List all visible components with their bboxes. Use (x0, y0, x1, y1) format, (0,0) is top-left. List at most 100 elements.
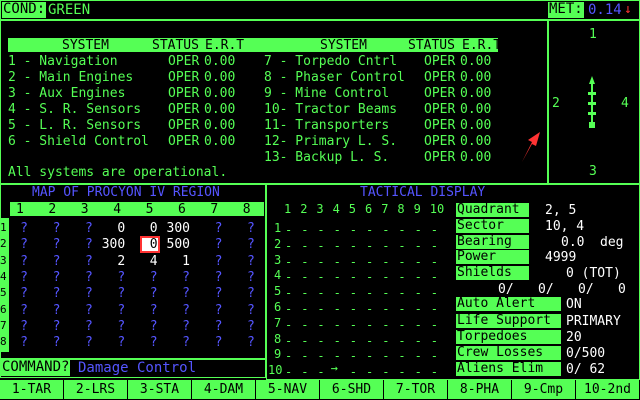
map-cell[interactable]: ? (225, 222, 255, 235)
map-cell[interactable]: ? (160, 320, 190, 333)
tactical-dot: - (285, 270, 293, 285)
fkey-10[interactable]: 10-2nd (576, 380, 640, 399)
tactical-row-header: 9 (274, 347, 282, 362)
map-cell[interactable]: ? (0, 255, 28, 268)
fkey-4[interactable]: 4-DAM (192, 380, 256, 399)
map-cell[interactable]: ? (0, 238, 28, 251)
map-cell[interactable]: ? (192, 304, 223, 317)
map-cell[interactable]: ? (160, 287, 190, 300)
map-cell[interactable]: 300 (95, 238, 125, 251)
map-cell[interactable]: ? (63, 238, 93, 251)
command-input[interactable]: Damage Control (78, 361, 196, 375)
map-cell[interactable]: ? (63, 222, 93, 235)
map-cell[interactable]: 0 (128, 222, 158, 235)
tactical-dot: - (349, 270, 358, 285)
map-cell[interactable]: ? (160, 336, 190, 349)
map-cell[interactable]: ? (30, 255, 61, 268)
system-right-status: OPER (424, 150, 456, 165)
map-cell[interactable]: ? (128, 336, 158, 349)
map-cell[interactable]: ? (225, 304, 255, 317)
map-cell[interactable]: 300 (160, 222, 190, 235)
fkey-2[interactable]: 2-LRS (64, 380, 128, 399)
map-cell[interactable]: 500 (160, 238, 190, 251)
map-cell[interactable]: ? (160, 271, 190, 284)
map-cell[interactable]: ? (225, 287, 255, 300)
red-pointer-icon (522, 132, 540, 162)
map-cell[interactable]: ? (30, 287, 61, 300)
map-cell[interactable]: ? (30, 222, 61, 235)
map-cell[interactable]: ? (192, 271, 223, 284)
tactical-dot: - (398, 270, 406, 285)
map-cell[interactable]: ? (225, 255, 255, 268)
map-cell[interactable]: ? (192, 287, 223, 300)
map-cell[interactable]: 2 (95, 255, 125, 268)
tactical-dot: - (349, 333, 358, 348)
tactical-row-header: 1 (274, 221, 282, 235)
tactical-dot: - (398, 349, 406, 364)
map-cell[interactable]: ? (95, 304, 125, 317)
map-title: MAP OF PROCYON IV REGION (32, 185, 220, 200)
map-cell[interactable]: ? (225, 238, 255, 251)
tactical-dot: - (382, 223, 390, 237)
map-cell[interactable]: ? (192, 238, 223, 251)
map-col-header: 4 (113, 202, 122, 217)
map-cell[interactable]: ? (128, 271, 158, 284)
map-cell[interactable]: ? (0, 320, 28, 333)
system-right-name: 11- Transporters (264, 118, 390, 133)
map-cell[interactable]: ? (0, 222, 28, 235)
map-cell[interactable]: ? (30, 238, 61, 251)
status-bearing-unit: deg (600, 235, 624, 250)
map-cell[interactable]: 4 (128, 255, 158, 268)
map-cell[interactable]: ? (63, 336, 93, 349)
map-cell[interactable]: ? (0, 304, 28, 317)
map-cell[interactable]: ? (225, 320, 255, 333)
map-cell[interactable]: ? (30, 320, 61, 333)
tactical-dot: - (382, 317, 390, 332)
map-cell[interactable]: ? (225, 336, 255, 349)
map-cell[interactable]: ? (0, 287, 28, 300)
map-cell[interactable]: ? (192, 222, 223, 235)
map-cell[interactable]: ? (192, 255, 223, 268)
fkey-3[interactable]: 3-STA (128, 380, 192, 399)
map-cell[interactable]: ? (30, 304, 61, 317)
map-cell[interactable]: 1 (160, 255, 190, 268)
map-cell[interactable]: ? (30, 336, 61, 349)
map-cell[interactable]: ? (128, 320, 158, 333)
map-cell[interactable]: ? (95, 336, 125, 349)
fkey-5[interactable]: 5-NAV (256, 380, 320, 399)
map-cell[interactable]: ? (95, 287, 125, 300)
system-left-status: OPER (168, 134, 200, 149)
map-cell[interactable]: ? (63, 304, 93, 317)
status-shields-label: Shields (456, 266, 529, 280)
map-cell[interactable]: ? (63, 320, 93, 333)
status-shield-part: 0 (618, 282, 626, 297)
fkey-6[interactable]: 6-SHD (320, 380, 384, 399)
map-cell[interactable]: ? (128, 287, 158, 300)
map-cell[interactable]: ? (63, 287, 93, 300)
map-cell[interactable]: ? (192, 336, 223, 349)
system-right-status: OPER (424, 70, 456, 85)
fkey-8[interactable]: 8-PHA (448, 380, 512, 399)
map-cell[interactable]: ? (63, 271, 93, 284)
map-cell[interactable]: ? (0, 336, 28, 349)
map-cell[interactable]: 0 (95, 222, 125, 235)
map-cell[interactable]: ? (63, 255, 93, 268)
map-cell-current[interactable]: 0 (139, 236, 160, 254)
system-right-status: OPER (424, 134, 456, 149)
map-cell[interactable]: ? (30, 271, 61, 284)
status-quadrant-label: Quadrant (456, 203, 529, 217)
map-cell[interactable]: ? (160, 304, 190, 317)
compass-s: 3 (589, 164, 597, 179)
map-cell[interactable]: ? (192, 320, 223, 333)
map-cell[interactable]: ? (95, 271, 125, 284)
fkey-1[interactable]: 1-TAR (0, 380, 64, 399)
fkey-9[interactable]: 9-Cmp (512, 380, 576, 399)
map-cell[interactable]: ? (128, 304, 158, 317)
system-right-ert: 0.00 (460, 150, 492, 165)
fkey-7[interactable]: 7-TOR (384, 380, 448, 399)
map-cell[interactable]: ? (225, 271, 255, 284)
tactical-col-header: 4 (332, 202, 340, 216)
map-cell[interactable]: ? (95, 320, 125, 333)
systems-header-right-system: SYSTEM (320, 38, 367, 53)
map-cell[interactable]: ? (0, 271, 28, 284)
